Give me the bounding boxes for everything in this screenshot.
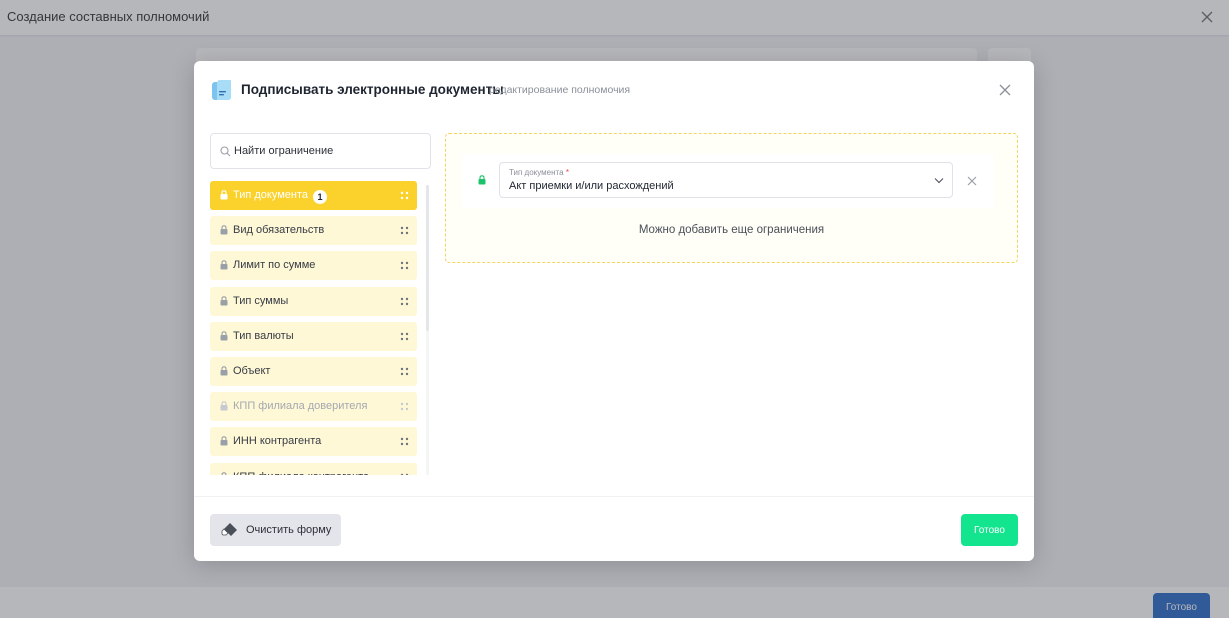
restriction-list: Тип документа 1 Вид обязательств Лимит по с… [210,181,418,475]
restriction-item-label: Тип валюты [233,329,294,342]
restriction-item[interactable]: Объект [210,357,417,386]
drag-handle-icon[interactable] [400,367,409,376]
chevron-down-icon [934,178,944,184]
restriction-item-label: Вид обязательств [233,224,325,237]
modal-subtitle: редактирование полномочия [489,84,631,96]
lock-icon [220,331,228,341]
search-input[interactable] [234,134,424,168]
lock-icon [221,471,227,475]
restriction-item-label: КПП филиала доверителя [233,400,368,413]
footer-divider [194,496,1034,497]
drag-handle-icon[interactable] [400,297,409,306]
drag-handle-icon[interactable] [400,226,409,235]
restriction-item[interactable]: Вид обязательств [210,216,417,246]
restriction-item[interactable]: Тип валюты [210,321,417,351]
done-button[interactable]: Готово [961,514,1018,546]
lock-icon [478,175,486,185]
close-icon[interactable] [998,83,1012,97]
scrollbar-thumb[interactable] [426,185,429,331]
search-icon [220,146,231,157]
restriction-item-label: Тип документа 1 [233,189,328,204]
clear-form-button[interactable]: Очистить форму [210,514,341,546]
remove-icon[interactable] [967,176,977,186]
required-mark: * [565,168,569,177]
edit-permission-modal: Подписывать электронные документы редакт… [194,61,1034,561]
drag-handle-icon[interactable] [400,402,409,411]
lock-icon [220,260,228,270]
eraser-icon [221,523,237,536]
restriction-item[interactable]: ИНН контрагента [210,427,417,457]
document-icon [212,80,231,100]
drag-handle-icon[interactable] [400,191,409,200]
restriction-panel: Тип документа * Акт приемки и/или расхож… [445,133,1018,263]
restriction-item[interactable]: КПП филиала контрагента [210,462,417,475]
restriction-item-label: Объект [233,365,271,377]
restriction-item-label: ИНН контрагента [233,435,322,448]
restriction-item[interactable]: Тип суммы [210,286,417,316]
restriction-item[interactable]: Лимит по сумме [210,251,417,281]
restriction-search [210,133,431,169]
modal-header: Подписывать электронные документы редакт… [194,61,1034,119]
drag-handle-icon[interactable] [400,437,409,446]
drag-handle-icon[interactable] [400,332,409,341]
restriction-row: Тип документа * Акт приемки и/или расхож… [462,154,994,208]
restriction-item-label: Лимит по сумме [233,259,316,272]
restriction-item[interactable]: КПП филиала доверителя [210,392,417,422]
modal-title: Подписывать электронные документы [241,82,504,97]
restriction-item[interactable]: Тип документа 1 [210,181,417,210]
document-type-select[interactable]: Тип документа * Акт приемки и/или расхож… [499,162,953,198]
field-label: Тип документа * [509,168,569,177]
count-badge: 1 [313,190,328,204]
lock-icon [220,295,228,306]
lock-icon [220,436,228,446]
restriction-item-label: КПП филиала контрагента [233,471,369,475]
restriction-item-label: Тип суммы [233,294,289,307]
drag-handle-icon[interactable] [400,473,409,475]
select-value: Акт приемки и/или расхождений [509,180,674,192]
add-more-hint: Можно добавить еще ограничения [638,224,825,236]
lock-icon [220,366,228,376]
drag-handle-icon[interactable] [400,261,409,270]
lock-icon [220,225,228,235]
clear-form-label: Очистить форму [246,524,332,536]
lock-icon [220,190,228,200]
lock-icon [220,401,228,411]
